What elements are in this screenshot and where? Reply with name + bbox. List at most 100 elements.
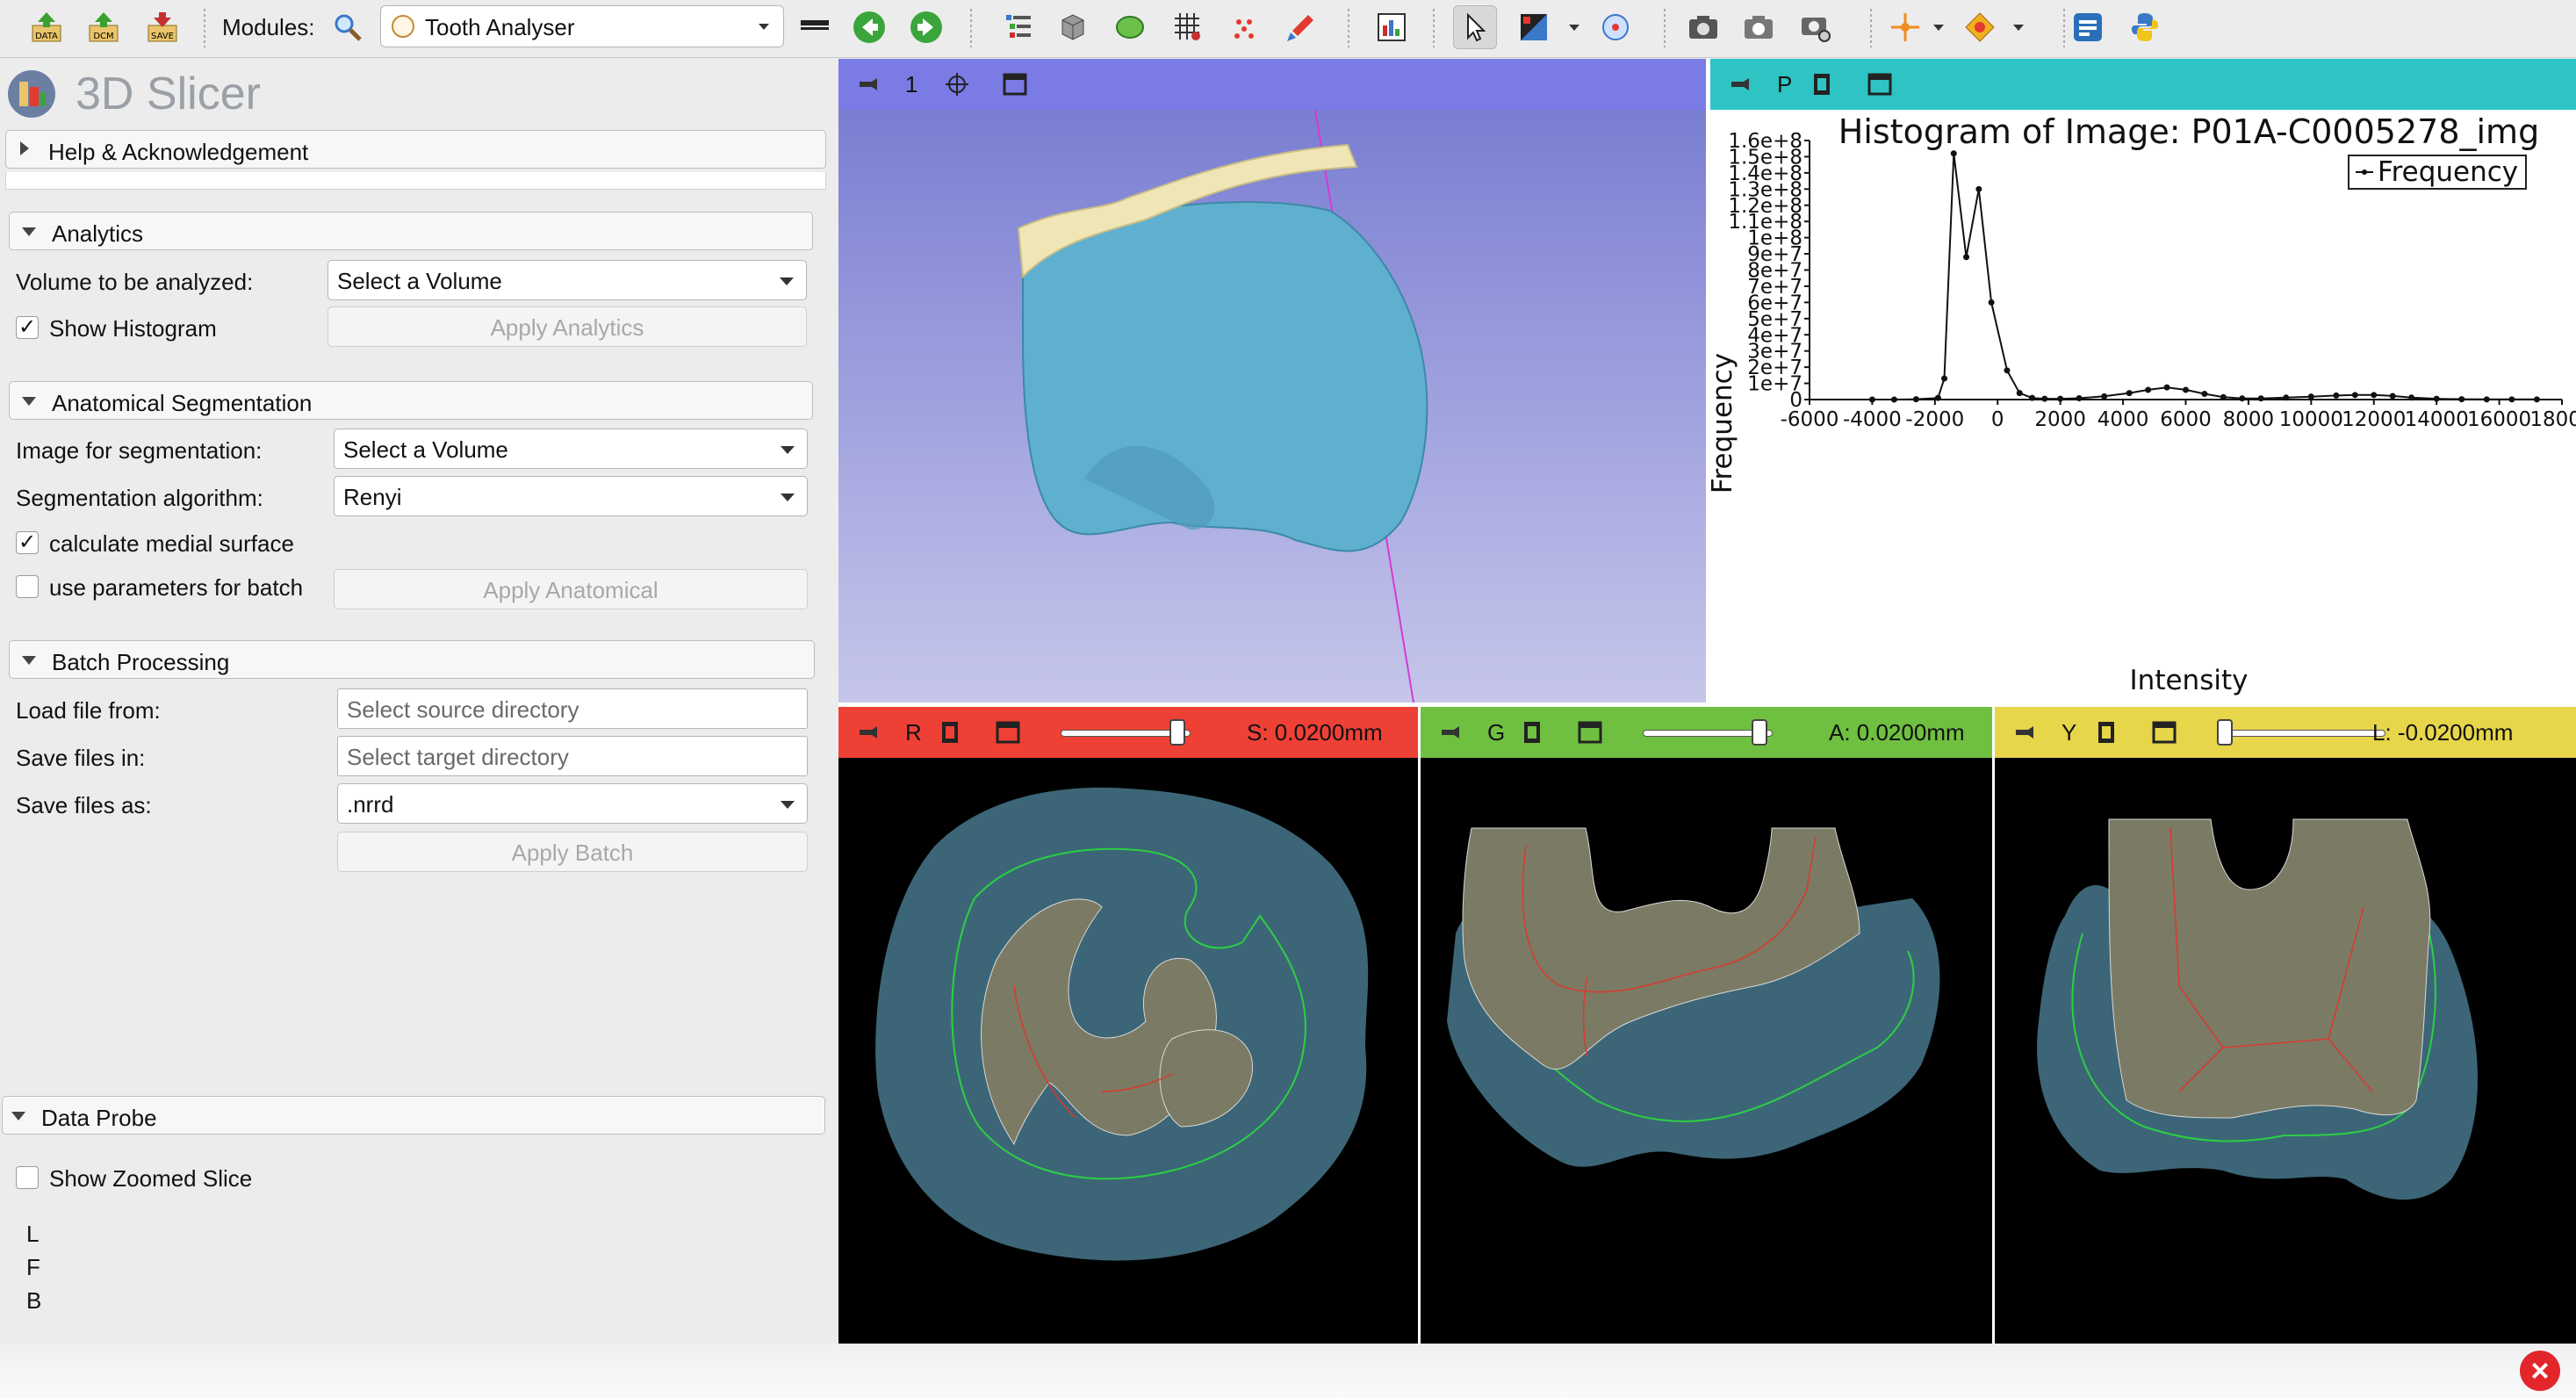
chevron-down-icon[interactable] (1569, 25, 1579, 31)
layout-button[interactable] (1370, 5, 1414, 49)
crosshair-mode-button[interactable] (1594, 5, 1637, 49)
plot-settings-icon[interactable] (1809, 71, 1835, 97)
show-histogram-checkbox[interactable]: ✓ (16, 316, 39, 339)
source-directory-input[interactable]: Select source directory (337, 688, 808, 729)
editor-module-button[interactable] (1279, 5, 1323, 49)
yellow-slice-slider[interactable] (2217, 730, 2385, 737)
pin-icon[interactable] (1438, 719, 1464, 746)
save-button[interactable]: SAVE (140, 5, 184, 49)
red-slice-bar: R S: 0.0200mm (838, 707, 1418, 758)
main-toolbar: DATA DCM SAVE Modules: Tooth Analyser (0, 0, 2576, 58)
medial-surface-checkbox[interactable]: ✓ (16, 531, 39, 554)
plot-view[interactable]: P Histogram of Image: P01A-C0005278_img … (1710, 59, 2576, 703)
analytics-section-header[interactable]: Analytics (9, 212, 813, 250)
apply-batch-button[interactable]: Apply Batch (337, 832, 808, 872)
algorithm-value: Renyi (343, 484, 402, 510)
apply-analytics-button[interactable]: Apply Analytics (327, 306, 807, 347)
load-data-button[interactable]: DATA (25, 5, 68, 49)
apply-anatomical-button[interactable]: Apply Anatomical (334, 569, 808, 609)
module-search-button[interactable] (328, 5, 367, 49)
arrow-left-icon (853, 11, 885, 43)
previous-module-button[interactable] (847, 5, 891, 49)
toolbar-separator (2063, 9, 2065, 47)
x-tick-label: -4000 (1843, 408, 1902, 431)
place-markup-button[interactable] (1958, 5, 2002, 49)
x-tick-label: 4000 (2097, 408, 2149, 431)
chevron-down-icon (22, 656, 36, 665)
volume-selector[interactable]: Select a Volume (327, 260, 807, 300)
models-icon (1116, 16, 1144, 39)
frequency-point (1941, 375, 1948, 382)
threed-view[interactable]: 1 (838, 59, 1706, 703)
markups-module-button[interactable] (1222, 5, 1266, 49)
maximize-view-icon[interactable] (1002, 71, 1028, 97)
batch-parameters-checkbox[interactable] (16, 575, 39, 598)
load-dicom-button[interactable]: DCM (82, 5, 126, 49)
red-slider-handle[interactable] (1169, 719, 1185, 746)
slicer-logo-icon (8, 70, 55, 118)
volumes-module-button[interactable] (1051, 5, 1095, 49)
green-slider-handle[interactable] (1751, 719, 1767, 746)
volume-value: Select a Volume (337, 268, 502, 294)
green-slice-view[interactable]: G A: 0.0200mm (1421, 707, 1992, 1344)
close-icon[interactable]: × (2520, 1351, 2560, 1391)
python-console-button[interactable] (2123, 5, 2167, 49)
load-from-label: Load file from: (16, 697, 161, 724)
zoomed-slice-checkbox[interactable] (16, 1166, 39, 1189)
algorithm-selector[interactable]: Renyi (334, 476, 808, 516)
next-module-button[interactable] (904, 5, 948, 49)
scene-view-button[interactable] (1737, 5, 1781, 49)
maximize-view-icon[interactable] (2151, 719, 2177, 746)
chevron-down-icon[interactable] (2013, 25, 2024, 31)
slice-settings-icon[interactable] (1519, 719, 1545, 746)
target-directory-input[interactable]: Select target directory (337, 736, 808, 776)
pin-icon[interactable] (856, 719, 882, 746)
mouse-mode-button[interactable] (1453, 5, 1497, 49)
slicer-window: DATA DCM SAVE Modules: Tooth Analyser 3D… (0, 0, 2576, 1398)
chevron-down-icon[interactable] (1933, 25, 1944, 31)
cursor-grid-icon (1602, 14, 1629, 40)
maximize-view-icon[interactable] (1577, 719, 1603, 746)
red-slice-image (875, 787, 1369, 1261)
data-probe-section-header[interactable]: Data Probe (2, 1096, 825, 1135)
anatomical-section-header[interactable]: Anatomical Segmentation (9, 381, 813, 420)
help-section-header[interactable]: Help & Acknowledgement (5, 130, 826, 169)
chevron-down-icon (11, 1112, 25, 1121)
batch-section-header[interactable]: Batch Processing (9, 640, 815, 679)
yellow-slider-handle[interactable] (2217, 719, 2233, 746)
toolbar-separator (1348, 9, 1349, 47)
chevron-down-icon (781, 446, 795, 454)
frequency-point (2126, 390, 2133, 397)
frequency-point (1963, 254, 1970, 261)
algorithm-label: Segmentation algorithm: (16, 485, 263, 511)
pin-icon[interactable] (856, 71, 882, 97)
probe-f: F (26, 1254, 40, 1280)
segmentation-image-selector[interactable]: Select a Volume (334, 429, 808, 469)
chevron-down-icon (22, 227, 36, 236)
pin-icon[interactable] (2012, 719, 2039, 746)
frequency-point (2004, 367, 2011, 374)
maximize-view-icon[interactable] (1867, 71, 1893, 97)
center-view-icon[interactable] (944, 71, 970, 97)
yellow-slice-image (2037, 818, 2478, 1200)
maximize-view-icon[interactable] (995, 719, 1021, 746)
file-format-selector[interactable]: .nrrd (337, 783, 808, 824)
extension-manager-button[interactable] (2066, 5, 2110, 49)
red-slice-offset: S: 0.0200mm (1247, 719, 1383, 746)
pin-icon[interactable] (1728, 71, 1754, 97)
screenshot-button[interactable] (1681, 5, 1725, 49)
red-slice-view[interactable]: R S: 0.0200mm (838, 707, 1418, 1344)
crosshair-button[interactable] (1883, 5, 1927, 49)
slice-settings-icon[interactable] (937, 719, 963, 746)
yellow-slice-view[interactable]: Y L: -0.0200mm (1995, 707, 2576, 1344)
scene-settings-button[interactable] (1794, 5, 1838, 49)
module-selector[interactable]: Tooth Analyser (380, 5, 784, 47)
dcm-label: DCM (93, 32, 113, 41)
window-level-button[interactable] (1512, 5, 1556, 49)
grid-transform-icon (1175, 13, 1200, 40)
module-history-button[interactable] (793, 5, 837, 49)
data-module-button[interactable] (997, 5, 1040, 49)
transforms-module-button[interactable] (1165, 5, 1209, 49)
slice-settings-icon[interactable] (2093, 719, 2119, 746)
models-module-button[interactable] (1108, 5, 1152, 49)
